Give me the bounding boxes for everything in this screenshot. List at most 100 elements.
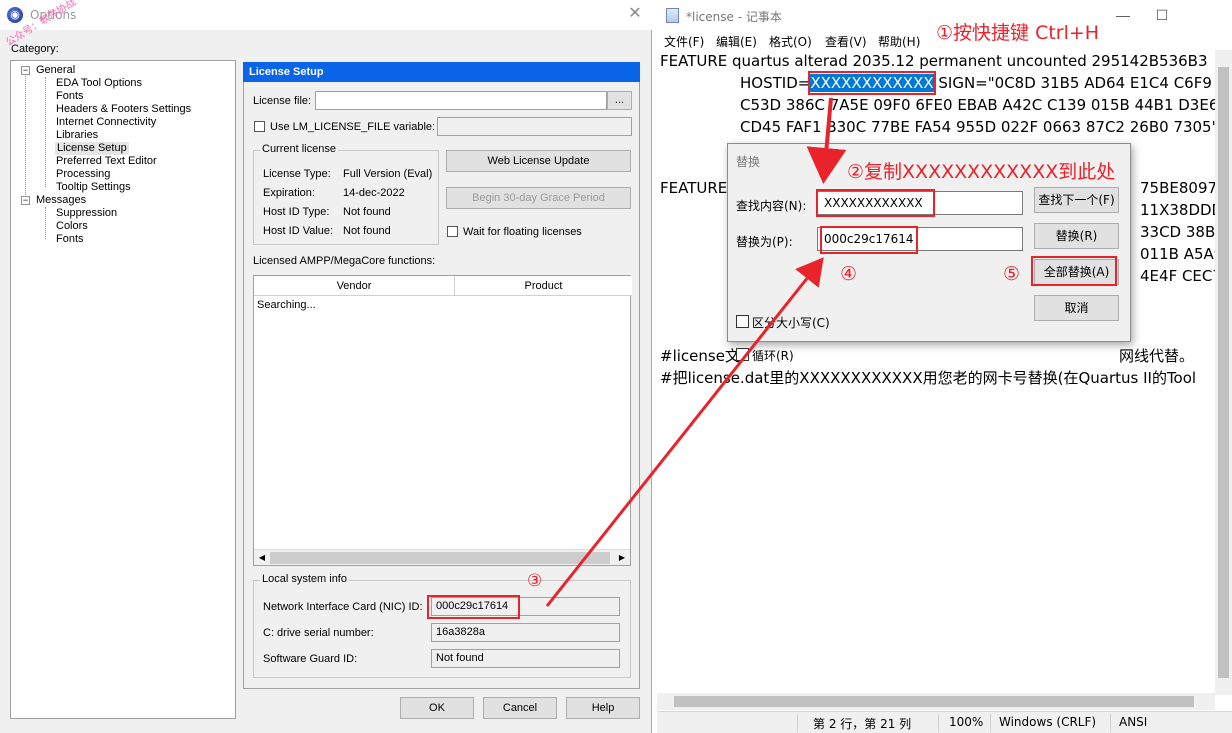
ampp-hscrollbar[interactable]: ◀ ▶ <box>254 549 630 565</box>
notepad-title: *license - 记事本 <box>686 10 782 24</box>
ok-button[interactable]: OK <box>400 697 474 719</box>
dialog-cancel-button[interactable]: 取消 <box>1034 295 1119 321</box>
tree-item-fonts[interactable]: Fonts <box>56 90 84 103</box>
options-titlebar: ◉ Options ✕ <box>0 0 652 30</box>
tree-item-eda-tool-options[interactable]: EDA Tool Options <box>56 77 142 90</box>
encoding: ANSI <box>1119 715 1148 729</box>
grace-period-button[interactable]: Begin 30-day Grace Period <box>446 187 631 209</box>
step3-label: ③ <box>527 571 543 591</box>
expiration-value: 14-dec-2022 <box>343 187 405 199</box>
replace-all-highlight-box <box>1031 256 1117 286</box>
license-type-label: License Type: <box>263 168 331 180</box>
scroll-thumb[interactable] <box>270 552 610 564</box>
menu-file[interactable]: 文件(F) <box>664 33 704 50</box>
software-guard-value: Not found <box>431 649 620 668</box>
match-case-checkbox[interactable] <box>736 315 749 328</box>
menu-view[interactable]: 查看(V) <box>825 33 867 50</box>
tree-item-suppression[interactable]: Suppression <box>56 207 117 220</box>
scroll-right-icon[interactable]: ▶ <box>614 550 630 566</box>
tree-item-preferred-text-editor[interactable]: Preferred Text Editor <box>56 155 157 168</box>
status-divider <box>938 714 939 732</box>
replace-label: 替换为(P): <box>736 235 793 249</box>
text-line-tail: 11X38DDD <box>1140 201 1215 219</box>
ampp-list[interactable]: Vendor Product Searching... ◀ ▶ <box>253 275 632 566</box>
find-label: 查找内容(N): <box>736 199 807 213</box>
tree-item-libraries[interactable]: Libraries <box>56 129 98 142</box>
wait-floating-checkbox[interactable] <box>447 226 458 237</box>
scroll-left-icon[interactable]: ◀ <box>254 550 270 566</box>
maximize-icon[interactable]: ☐ <box>1151 4 1173 26</box>
web-license-update-button[interactable]: Web License Update <box>446 150 631 172</box>
match-case-label: 区分大小写(C) <box>752 316 830 330</box>
host-id-value-label: Host ID Value: <box>263 225 334 237</box>
tree-item-general[interactable]: General <box>36 64 75 77</box>
status-divider <box>990 714 991 732</box>
line-ending: Windows (CRLF) <box>999 715 1097 729</box>
step5-label: ⑤ <box>1003 263 1021 285</box>
text-line-tail: 4E4F CEC7 <box>1140 267 1215 285</box>
tree-item-tooltip-settings[interactable]: Tooltip Settings <box>56 181 131 194</box>
text-line-tail: 75BE80970 <box>1140 179 1215 197</box>
replace-button[interactable]: 替换(R) <box>1034 223 1119 249</box>
software-guard-label: Software Guard ID: <box>263 653 358 665</box>
zoom-level: 100% <box>949 715 984 729</box>
text-line: FEATURE <box>660 179 728 197</box>
options-window: ◉ Options ✕ 公众号：软件协战 Category: − General… <box>0 0 652 733</box>
collapse-icon[interactable]: − <box>21 196 30 205</box>
tree-item-internet-connectivity[interactable]: Internet Connectivity <box>56 116 156 129</box>
tree-item-messages[interactable]: Messages <box>36 194 86 207</box>
tree-connector <box>45 207 46 239</box>
tree-item-fonts-2[interactable]: Fonts <box>56 233 84 246</box>
text-line: FEATURE quartus alterad 2035.12 permanen… <box>660 52 1208 70</box>
scroll-thumb[interactable] <box>674 696 1194 707</box>
text-line-tail: 33CD 38B0 <box>1140 223 1215 241</box>
wrap-label: 循环(R) <box>752 349 794 363</box>
find-next-button[interactable]: 查找下一个(F) <box>1034 187 1119 213</box>
tree-item-license-setup[interactable]: License Setup <box>55 142 129 155</box>
column-product[interactable]: Product <box>455 276 632 296</box>
notepad-icon <box>666 8 679 23</box>
drive-serial-label: C: drive serial number: <box>263 627 374 639</box>
column-vendor[interactable]: Vendor <box>254 276 455 296</box>
category-label: Category: <box>11 43 59 55</box>
tree-item-processing[interactable]: Processing <box>56 168 110 181</box>
replace-dialog-title: 替换 <box>736 155 761 169</box>
scroll-thumb[interactable] <box>1218 67 1229 678</box>
notepad-hscrollbar[interactable] <box>657 693 1215 710</box>
cancel-button[interactable]: Cancel <box>483 697 557 719</box>
menu-help[interactable]: 帮助(H) <box>878 33 920 50</box>
license-type-value: Full Version (Eval) <box>343 168 433 180</box>
category-tree[interactable]: − General EDA Tool Options Fonts Headers… <box>10 60 236 719</box>
help-button[interactable]: Help <box>566 697 640 719</box>
step2-annotation: ②复制XXXXXXXXXXXX到此处 <box>847 161 1116 183</box>
menu-format[interactable]: 格式(O) <box>769 33 812 50</box>
text-line-tail: 网线代替。 <box>1119 347 1195 365</box>
step4-label: ④ <box>840 263 858 285</box>
wait-floating-label: Wait for floating licenses <box>463 226 582 238</box>
use-lm-checkbox[interactable] <box>254 121 265 132</box>
text-segment: SIGN="0C8D 31B5 AD64 E1C4 C6F9 <box>933 74 1212 92</box>
notepad-vscrollbar[interactable] <box>1215 50 1232 695</box>
status-divider <box>797 714 798 732</box>
wrap-checkbox[interactable] <box>736 348 749 361</box>
minimize-icon[interactable]: — <box>1112 4 1134 26</box>
cursor-position: 第 2 行，第 21 列 <box>813 717 912 731</box>
close-icon[interactable]: ✕ <box>626 5 644 23</box>
searching-text: Searching... <box>257 299 316 311</box>
nic-highlight-box <box>427 595 520 619</box>
replace-highlight-box <box>820 226 918 254</box>
text-line: #license文 <box>660 347 740 365</box>
license-file-input[interactable] <box>315 91 607 110</box>
collapse-icon[interactable]: − <box>21 66 30 75</box>
tree-item-colors[interactable]: Colors <box>56 220 88 233</box>
drive-serial-value: 16a3828a <box>431 623 620 642</box>
panel-title: License Setup <box>243 62 640 82</box>
browse-button[interactable]: ... <box>607 91 632 110</box>
license-file-label: License file: <box>253 95 312 107</box>
tree-item-headers-footers[interactable]: Headers & Footers Settings <box>56 103 191 116</box>
menu-edit[interactable]: 编辑(E) <box>716 33 757 50</box>
host-id-type-label: Host ID Type: <box>263 206 330 218</box>
host-id-type-value: Not found <box>343 206 391 218</box>
hostid-highlight-box <box>808 71 936 95</box>
host-id-value-value: Not found <box>343 225 391 237</box>
